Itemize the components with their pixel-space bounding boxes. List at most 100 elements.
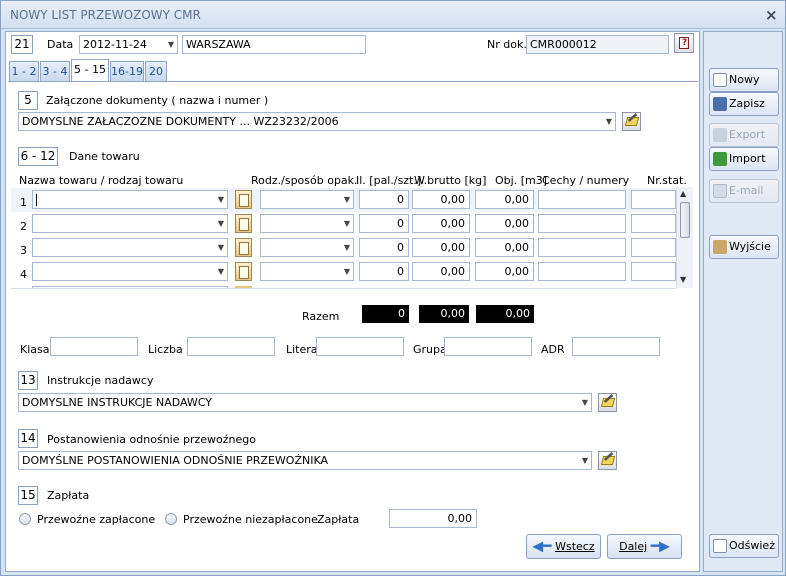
stat-no-input[interactable] (631, 262, 676, 281)
edit-terms-button[interactable] (598, 451, 617, 470)
letter-label: Litera (286, 343, 318, 356)
freight-unpaid-radio[interactable] (165, 513, 177, 525)
quantity-input[interactable]: 0 (359, 214, 409, 233)
total-weight: 0,00 (419, 305, 469, 323)
scroll-thumb (680, 202, 690, 238)
col-volume: Obj. [m3] (495, 174, 547, 187)
import-button[interactable]: Import (709, 147, 779, 171)
document-icon[interactable] (235, 262, 252, 281)
quantity-input[interactable]: 0 (359, 190, 409, 209)
amount-label: Zapłata (317, 513, 360, 526)
new-button[interactable]: Nowy (709, 68, 779, 92)
volume-input[interactable]: 0,00 (475, 190, 534, 209)
row-number: 2 (20, 220, 27, 233)
goods-name-combo[interactable]: ▼ (32, 214, 228, 233)
chevron-down-icon: ▼ (343, 267, 350, 276)
edit-instructions-button[interactable] (598, 393, 617, 412)
tab-5-15[interactable]: 5 - 15 (71, 59, 109, 81)
totals-label: Razem (302, 310, 340, 323)
stat-no-input[interactable] (631, 214, 676, 233)
tab-1-2[interactable]: 1 - 2 (9, 61, 39, 81)
back-button[interactable]: ◀━ Wstecz (526, 534, 601, 559)
field-number-15: 15 (18, 486, 38, 505)
class-input[interactable] (50, 337, 138, 356)
col-marks: Cechy / numery (542, 174, 630, 187)
volume-input[interactable]: 0,00 (475, 262, 534, 281)
calendar-help-icon[interactable]: ? (674, 33, 694, 53)
next-button[interactable]: Dalej ━▶ (607, 534, 682, 559)
packaging-combo[interactable]: ▼ (260, 214, 354, 233)
document-icon[interactable] (235, 190, 252, 209)
notepad-icon (600, 398, 615, 407)
tab-16-19[interactable]: 16-19 (110, 61, 144, 81)
chevron-down-icon: ▼ (343, 195, 350, 204)
stat-no-input[interactable] (631, 190, 676, 209)
packaging-combo[interactable]: ▼ (260, 238, 354, 257)
export-button[interactable]: Export (709, 123, 779, 147)
adr-input[interactable] (572, 337, 660, 356)
goods-name-combo[interactable]: ▼ (32, 190, 228, 209)
field-number-21: 21 (11, 35, 33, 54)
chevron-down-icon: ▼ (581, 398, 588, 407)
tab-20[interactable]: 20 (145, 61, 167, 81)
field-number-14: 14 (18, 429, 38, 448)
floppy-disk-icon (713, 97, 727, 111)
place-input[interactable]: WARSZAWA (182, 35, 366, 54)
volume-input[interactable]: 0,00 (475, 238, 534, 257)
tab-3-4[interactable]: 3 - 4 (40, 61, 70, 81)
attached-docs-combo[interactable]: DOMYSLNE ZAŁACZOZNE DOKUMENTY ... WZ2323… (18, 112, 616, 131)
class-label: Klasa (20, 343, 50, 356)
table-bottom (11, 288, 676, 289)
freight-paid-label: Przewoźne zapłacone (37, 513, 156, 526)
save-button[interactable]: Zapisz (709, 92, 779, 116)
packaging-combo[interactable]: ▼ (260, 262, 354, 281)
letter-input[interactable] (316, 337, 404, 356)
weight-input[interactable]: 0,00 (412, 190, 470, 209)
chevron-down-icon: ▼ (343, 243, 350, 252)
packaging-combo[interactable]: ▼ (260, 190, 354, 209)
email-icon (713, 184, 727, 198)
weight-input[interactable]: 0,00 (412, 238, 470, 257)
arrow-left-icon: ◀━ (532, 538, 552, 555)
scroll-down-icon: ▼ (680, 275, 687, 284)
marks-input[interactable] (538, 238, 626, 257)
exit-button[interactable]: Wyjście (709, 235, 779, 259)
marks-input[interactable] (538, 262, 626, 281)
stat-no-input[interactable] (631, 238, 676, 257)
goods-name-combo[interactable]: ▼ (32, 238, 228, 257)
carrier-terms-combo[interactable]: DOMYŚLNE POSTANOWIENIA ODNOŚNIE PRZEWOŹN… (18, 451, 592, 470)
count-input[interactable] (187, 337, 275, 356)
document-icon[interactable] (235, 238, 252, 257)
chevron-down-icon: ▼ (217, 195, 224, 204)
marks-input[interactable] (538, 214, 626, 233)
quantity-input[interactable]: 0 (359, 238, 409, 257)
goods-name-combo[interactable]: ▼ (32, 262, 228, 281)
document-icon[interactable] (235, 214, 252, 233)
sender-instructions-combo[interactable]: DOMYSLNE INSTRUKCJE NADAWCY ▼ (18, 393, 592, 412)
weight-input[interactable]: 0,00 (412, 214, 470, 233)
marks-input[interactable] (538, 190, 626, 209)
freight-paid-radio[interactable] (19, 513, 31, 525)
count-label: Liczba (148, 343, 183, 356)
field-number-6-12: 6 - 12 (18, 147, 58, 166)
sender-instructions-label: Instrukcje nadawcy (47, 374, 154, 387)
edit-docs-button[interactable] (622, 112, 641, 131)
amount-input[interactable]: 0,00 (389, 509, 477, 528)
table-scrollbar[interactable]: ▲ ▼ (676, 187, 693, 288)
title-bar: NOWY LIST PRZEWOZOWY CMR × (1, 1, 785, 29)
total-volume: 0,00 (476, 305, 534, 323)
quantity-input[interactable]: 0 (359, 262, 409, 281)
group-input[interactable] (444, 337, 532, 356)
close-icon[interactable]: × (765, 6, 778, 24)
col-weight: W.brutto [kg] (414, 174, 487, 187)
weight-input[interactable]: 0,00 (412, 262, 470, 281)
email-button[interactable]: E-mail (709, 179, 779, 203)
col-stat-no: Nr.stat. (647, 174, 687, 187)
refresh-button[interactable]: Odśwież (709, 534, 779, 558)
volume-input[interactable]: 0,00 (475, 214, 534, 233)
goods-label: Dane towaru (69, 150, 140, 163)
row-number: 3 (20, 244, 27, 257)
col-quantity: Il. [pal./szt.] (356, 174, 422, 187)
notepad-icon (624, 117, 639, 126)
date-picker[interactable]: 2012-11-24 ▼ (79, 35, 178, 54)
